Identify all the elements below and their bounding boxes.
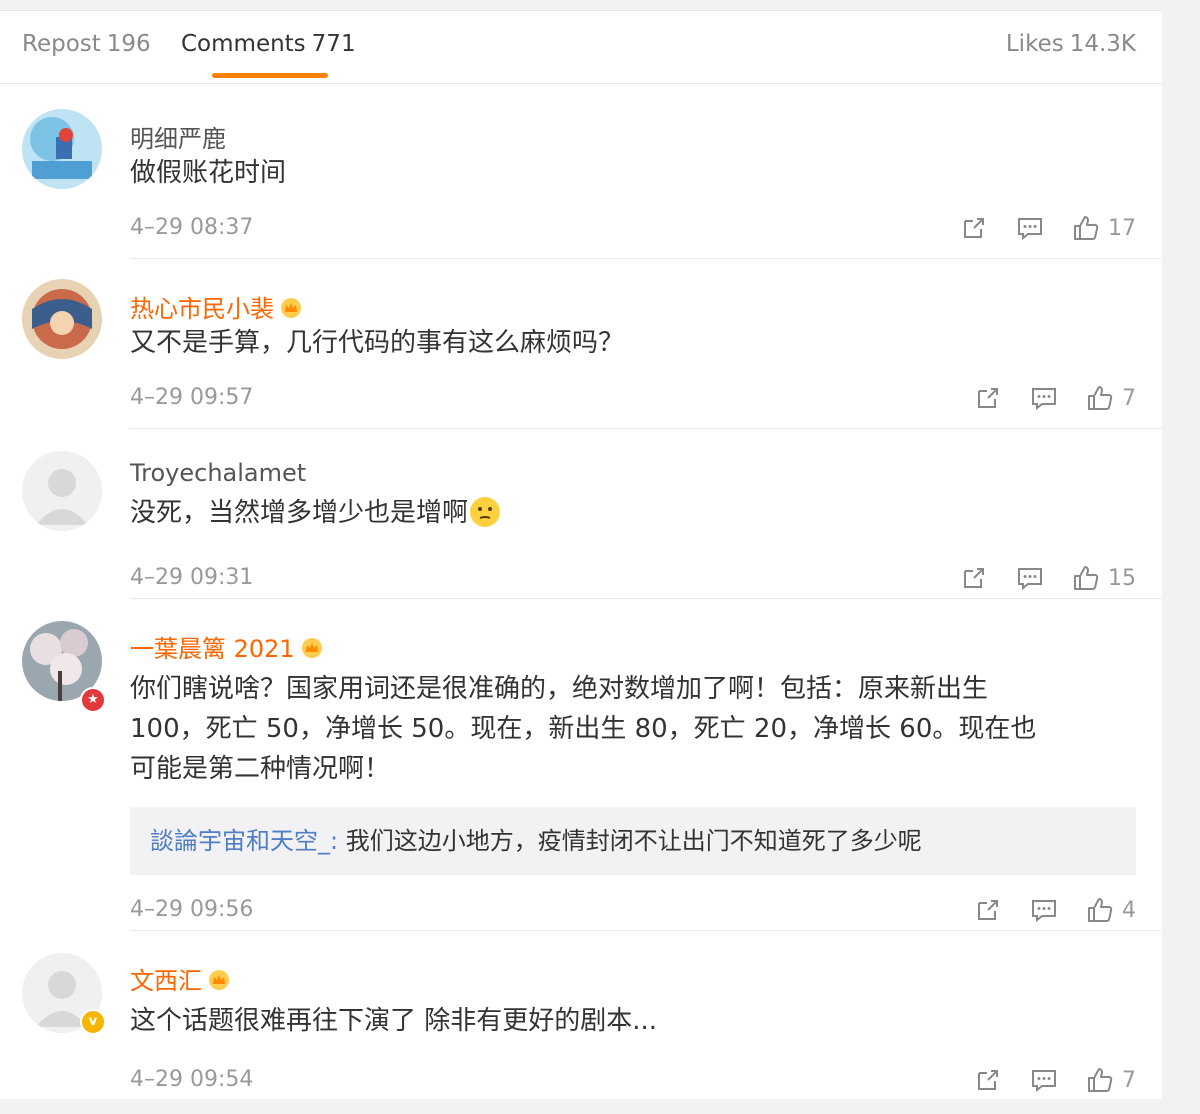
share-button[interactable] bbox=[960, 214, 988, 242]
comment-text: 这个话题很难再往下演了 除非有更好的剧本... bbox=[130, 1006, 658, 1036]
reply-text: 我们这边小地方，疫情封闭不让出门不知道死了多少呢 bbox=[338, 827, 922, 855]
tab-comments-label: Comments bbox=[181, 31, 306, 57]
share-button[interactable] bbox=[974, 1066, 1002, 1094]
reply-button[interactable] bbox=[1030, 384, 1058, 412]
comment-text: 没死，当然增多增少也是增啊 bbox=[130, 493, 1130, 533]
avatar[interactable] bbox=[22, 451, 102, 531]
comment-actions: 7 bbox=[974, 1065, 1136, 1095]
active-tab-indicator bbox=[212, 73, 328, 78]
reply-button[interactable] bbox=[1016, 214, 1044, 242]
username-text: 一葉晨篱 2021 bbox=[130, 635, 295, 663]
comment-text-line: 可能是第二种情况啊！ bbox=[130, 754, 391, 784]
comment-item: 热心市民小裴 又不是手算，几行代码的事有这么麻烦吗？ 4–29 09:57 7 bbox=[0, 259, 1162, 429]
like-count: 15 bbox=[1108, 565, 1136, 591]
comment-actions: 4 bbox=[974, 895, 1136, 925]
thumbs-up-icon bbox=[1088, 386, 1113, 410]
comment-text-body: 没死，当然增多增少也是增啊 bbox=[130, 498, 469, 528]
nested-reply: 談論宇宙和天空_: 我们这边小地方，疫情封闭不让出门不知道死了多少呢 bbox=[130, 807, 1136, 875]
comment-item: Troyechalamet 没死，当然增多增少也是增啊 4–29 09:31 1… bbox=[0, 429, 1162, 599]
comment-icon bbox=[1032, 388, 1056, 411]
timestamp: 4–29 09:54 bbox=[130, 1067, 254, 1092]
like-count: 7 bbox=[1122, 1067, 1136, 1093]
like-button[interactable]: 15 bbox=[1072, 564, 1136, 592]
share-icon bbox=[978, 900, 998, 920]
comment-actions: 15 bbox=[960, 563, 1136, 593]
username-text: 文西汇 bbox=[130, 967, 202, 995]
red-star-badge: ★ bbox=[80, 687, 106, 713]
reply-button[interactable] bbox=[1030, 1066, 1058, 1094]
avatar[interactable] bbox=[22, 109, 102, 189]
timestamp: 4–29 09:56 bbox=[130, 897, 254, 922]
thumbs-up-icon bbox=[1088, 1068, 1113, 1092]
comment-text: 你们瞎说啥？国家用词还是很准确的，绝对数增加了啊！包括：原来新出生 100，死亡… bbox=[130, 669, 1130, 789]
share-icon bbox=[978, 1070, 998, 1090]
tab-bar: Repost 196 Comments 771 Likes 14.3K bbox=[0, 11, 1162, 84]
share-button[interactable] bbox=[960, 564, 988, 592]
comment-text-line: 你们瞎说啥？国家用词还是很准确的，绝对数增加了啊！包括：原来新出生 bbox=[130, 674, 989, 704]
verified-v-badge: v bbox=[80, 1009, 106, 1035]
tab-repost-count: 196 bbox=[106, 31, 151, 57]
crown-icon bbox=[281, 298, 301, 318]
share-icon bbox=[978, 388, 998, 408]
like-button[interactable]: 17 bbox=[1072, 214, 1136, 242]
comment-text: 又不是手算，几行代码的事有这么麻烦吗？ bbox=[130, 328, 625, 358]
comment-icon bbox=[1032, 1070, 1056, 1093]
thumbs-up-icon bbox=[1074, 216, 1099, 240]
like-count: 7 bbox=[1122, 385, 1136, 411]
crown-icon bbox=[301, 638, 322, 658]
like-count: 17 bbox=[1108, 215, 1136, 241]
thinking-emoji bbox=[470, 497, 501, 527]
reply-button[interactable] bbox=[1030, 896, 1058, 924]
like-button[interactable]: 7 bbox=[1086, 384, 1136, 412]
like-button[interactable]: 4 bbox=[1086, 896, 1136, 924]
username[interactable]: 明细严鹿 bbox=[130, 119, 226, 154]
comment-text: 做假账花时间 bbox=[130, 158, 287, 188]
comment-icon bbox=[1018, 218, 1042, 241]
comment-actions: 17 bbox=[960, 213, 1136, 243]
timestamp: 4–29 09:31 bbox=[130, 565, 254, 590]
tab-repost-label: Repost bbox=[22, 31, 101, 57]
avatar[interactable] bbox=[22, 279, 102, 359]
comment-icon bbox=[1032, 900, 1056, 923]
username[interactable]: 一葉晨篱 2021 bbox=[130, 629, 323, 664]
tab-comments-count: 771 bbox=[311, 31, 356, 57]
thumbs-up-icon bbox=[1088, 898, 1113, 922]
tab-repost[interactable]: Repost 196 bbox=[22, 31, 151, 57]
comments-panel: Repost 196 Comments 771 Likes 14.3K 明细严鹿 做假… bbox=[0, 10, 1162, 1099]
tab-likes-count: 14.3K bbox=[1069, 31, 1136, 57]
username-text: 热心市民小裴 bbox=[130, 295, 274, 323]
thumbs-up-icon bbox=[1074, 566, 1099, 590]
like-count: 4 bbox=[1122, 897, 1136, 923]
share-icon bbox=[964, 568, 984, 588]
tab-likes[interactable]: Likes 14.3K bbox=[1006, 31, 1136, 57]
share-button[interactable] bbox=[974, 896, 1002, 924]
timestamp: 4–29 09:57 bbox=[130, 385, 254, 410]
username[interactable]: Troyechalamet bbox=[130, 459, 306, 487]
username[interactable]: 文西汇 bbox=[130, 961, 230, 996]
comment-item: v 文西汇 这个话题很难再往下演了 除非有更好的剧本... 4–29 09:54… bbox=[0, 931, 1162, 1099]
comment-icon bbox=[1018, 568, 1042, 591]
share-icon bbox=[964, 218, 984, 238]
tab-likes-label: Likes bbox=[1005, 31, 1064, 57]
username[interactable]: 热心市民小裴 bbox=[130, 289, 302, 324]
reply-username[interactable]: 談論宇宙和天空_: bbox=[150, 827, 338, 855]
comment-item: 明细严鹿 做假账花时间 4–29 08:37 17 bbox=[0, 91, 1162, 259]
reply-button[interactable] bbox=[1016, 564, 1044, 592]
comment-text-line: 100，死亡 50，净增长 50。现在，新出生 80，死亡 20，净增长 60。… bbox=[130, 714, 1037, 744]
share-button[interactable] bbox=[974, 384, 1002, 412]
like-button[interactable]: 7 bbox=[1086, 1066, 1136, 1094]
comment-item: ★ 一葉晨篱 2021 你们瞎说啥？国家用词还是很准确的，绝对数增加了啊！包括：… bbox=[0, 599, 1162, 931]
comment-actions: 7 bbox=[974, 383, 1136, 413]
tab-comments[interactable]: Comments 771 bbox=[181, 31, 356, 57]
crown-icon bbox=[209, 970, 229, 990]
timestamp: 4–29 08:37 bbox=[130, 215, 254, 240]
